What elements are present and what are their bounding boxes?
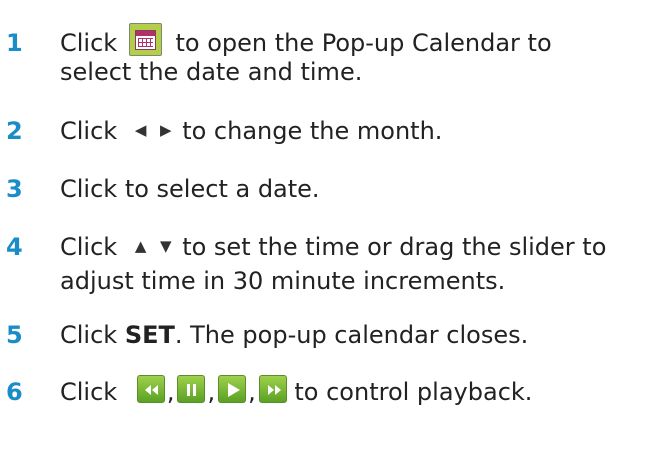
step-text: Click SET. The pop-up calendar closes. (60, 321, 645, 349)
step-1-text: to open the Pop-up Calendar to (175, 29, 552, 57)
step-number: 2 (6, 117, 23, 145)
fast-forward-icon[interactable] (258, 375, 287, 403)
step-3-text: Click to select a date. (60, 175, 320, 203)
step-4-text-cont: adjust time in 30 minute increments. (60, 267, 506, 295)
time-down-icon[interactable]: ▼ (160, 232, 172, 260)
step-number: 6 (6, 378, 23, 406)
step-4-text: to set the time or drag the slider to (182, 233, 607, 261)
separator: , (248, 378, 256, 406)
step-1-text-cont: select the date and time. (60, 57, 363, 86)
step-text: Click ▲ ▼ to set the time or drag the sl… (60, 233, 645, 295)
month-next-icon[interactable]: ▶ (160, 116, 172, 144)
step-6-text: to control playback. (294, 378, 533, 406)
calendar-icon[interactable] (128, 22, 162, 56)
step-text: Click to open the Pop-up Calendar to sel… (60, 22, 645, 86)
step-number: 3 (6, 175, 23, 203)
step-2-text: to change the month. (182, 117, 443, 145)
set-button-label: SET (124, 321, 175, 349)
month-prev-icon[interactable]: ◀ (135, 116, 147, 144)
step-number: 4 (6, 233, 23, 261)
step-number: 5 (6, 321, 23, 349)
click-word: Click (60, 233, 118, 261)
step-number: 1 (6, 29, 23, 57)
separator: , (207, 378, 216, 406)
pause-icon[interactable] (177, 375, 206, 403)
click-word: Click (60, 378, 118, 406)
click-word: Click (60, 29, 118, 57)
separator: , (166, 378, 175, 406)
click-word: Click (60, 321, 118, 349)
play-icon[interactable] (218, 375, 247, 403)
step-text: Click to select a date. (60, 175, 645, 203)
step-text: Click , , , to control playback. (60, 375, 645, 406)
time-up-icon[interactable]: ▲ (135, 232, 147, 260)
step-5-text: . The pop-up calendar closes. (174, 321, 529, 349)
click-word: Click (60, 117, 118, 145)
rewind-icon[interactable] (136, 375, 165, 403)
step-text: Click ◀ ▶ to change the month. (60, 117, 645, 146)
